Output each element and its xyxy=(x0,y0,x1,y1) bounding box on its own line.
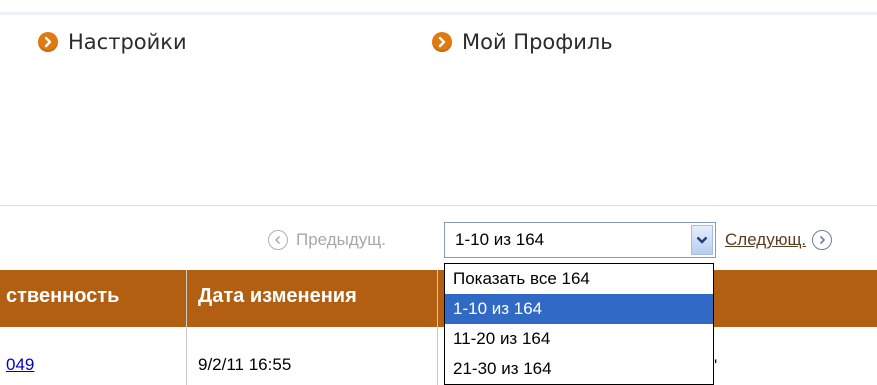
option-11-20[interactable]: 11-20 из 164 xyxy=(445,324,713,354)
column-divider xyxy=(437,270,438,385)
dropdown-button[interactable] xyxy=(691,225,713,255)
row-id-link[interactable]: 049 xyxy=(6,355,34,375)
pager-next-button[interactable]: Следующ. xyxy=(725,230,833,250)
row-modified-date: 9/2/11 16:55 xyxy=(198,355,292,374)
header-responsibility[interactable]: ственность xyxy=(6,285,119,308)
row-trailing-text: ' xyxy=(714,356,718,375)
profile-link[interactable]: Мой Профиль xyxy=(432,30,613,54)
arrow-right-circle-icon xyxy=(38,32,58,52)
pager-next-label: Следующ. xyxy=(725,230,807,249)
page-range-options[interactable]: Показать все 164 1-10 из 164 11-20 из 16… xyxy=(444,263,714,385)
arrow-left-circle-icon xyxy=(268,230,288,250)
page-range-select[interactable]: 1-10 из 164 xyxy=(444,222,716,258)
profile-link-label: Мой Профиль xyxy=(462,30,613,54)
top-band xyxy=(0,0,877,15)
settings-link-label: Настройки xyxy=(68,30,187,54)
chevron-down-icon xyxy=(696,230,708,250)
table-header-row xyxy=(0,270,877,327)
option-show-all[interactable]: Показать все 164 xyxy=(445,264,713,294)
column-divider xyxy=(186,270,187,385)
pager-prev-button[interactable]: Предыдущ. xyxy=(268,230,386,250)
pager-prev-label: Предыдущ. xyxy=(296,230,387,249)
option-1-10[interactable]: 1-10 из 164 xyxy=(445,294,713,324)
header-modified-date[interactable]: Дата изменения xyxy=(198,285,357,308)
page-range-value: 1-10 из 164 xyxy=(455,230,545,249)
section-divider xyxy=(0,205,877,206)
arrow-right-circle-icon xyxy=(812,230,833,250)
settings-link[interactable]: Настройки xyxy=(38,30,187,54)
arrow-right-circle-icon xyxy=(432,32,452,52)
option-21-30[interactable]: 21-30 из 164 xyxy=(445,354,713,384)
